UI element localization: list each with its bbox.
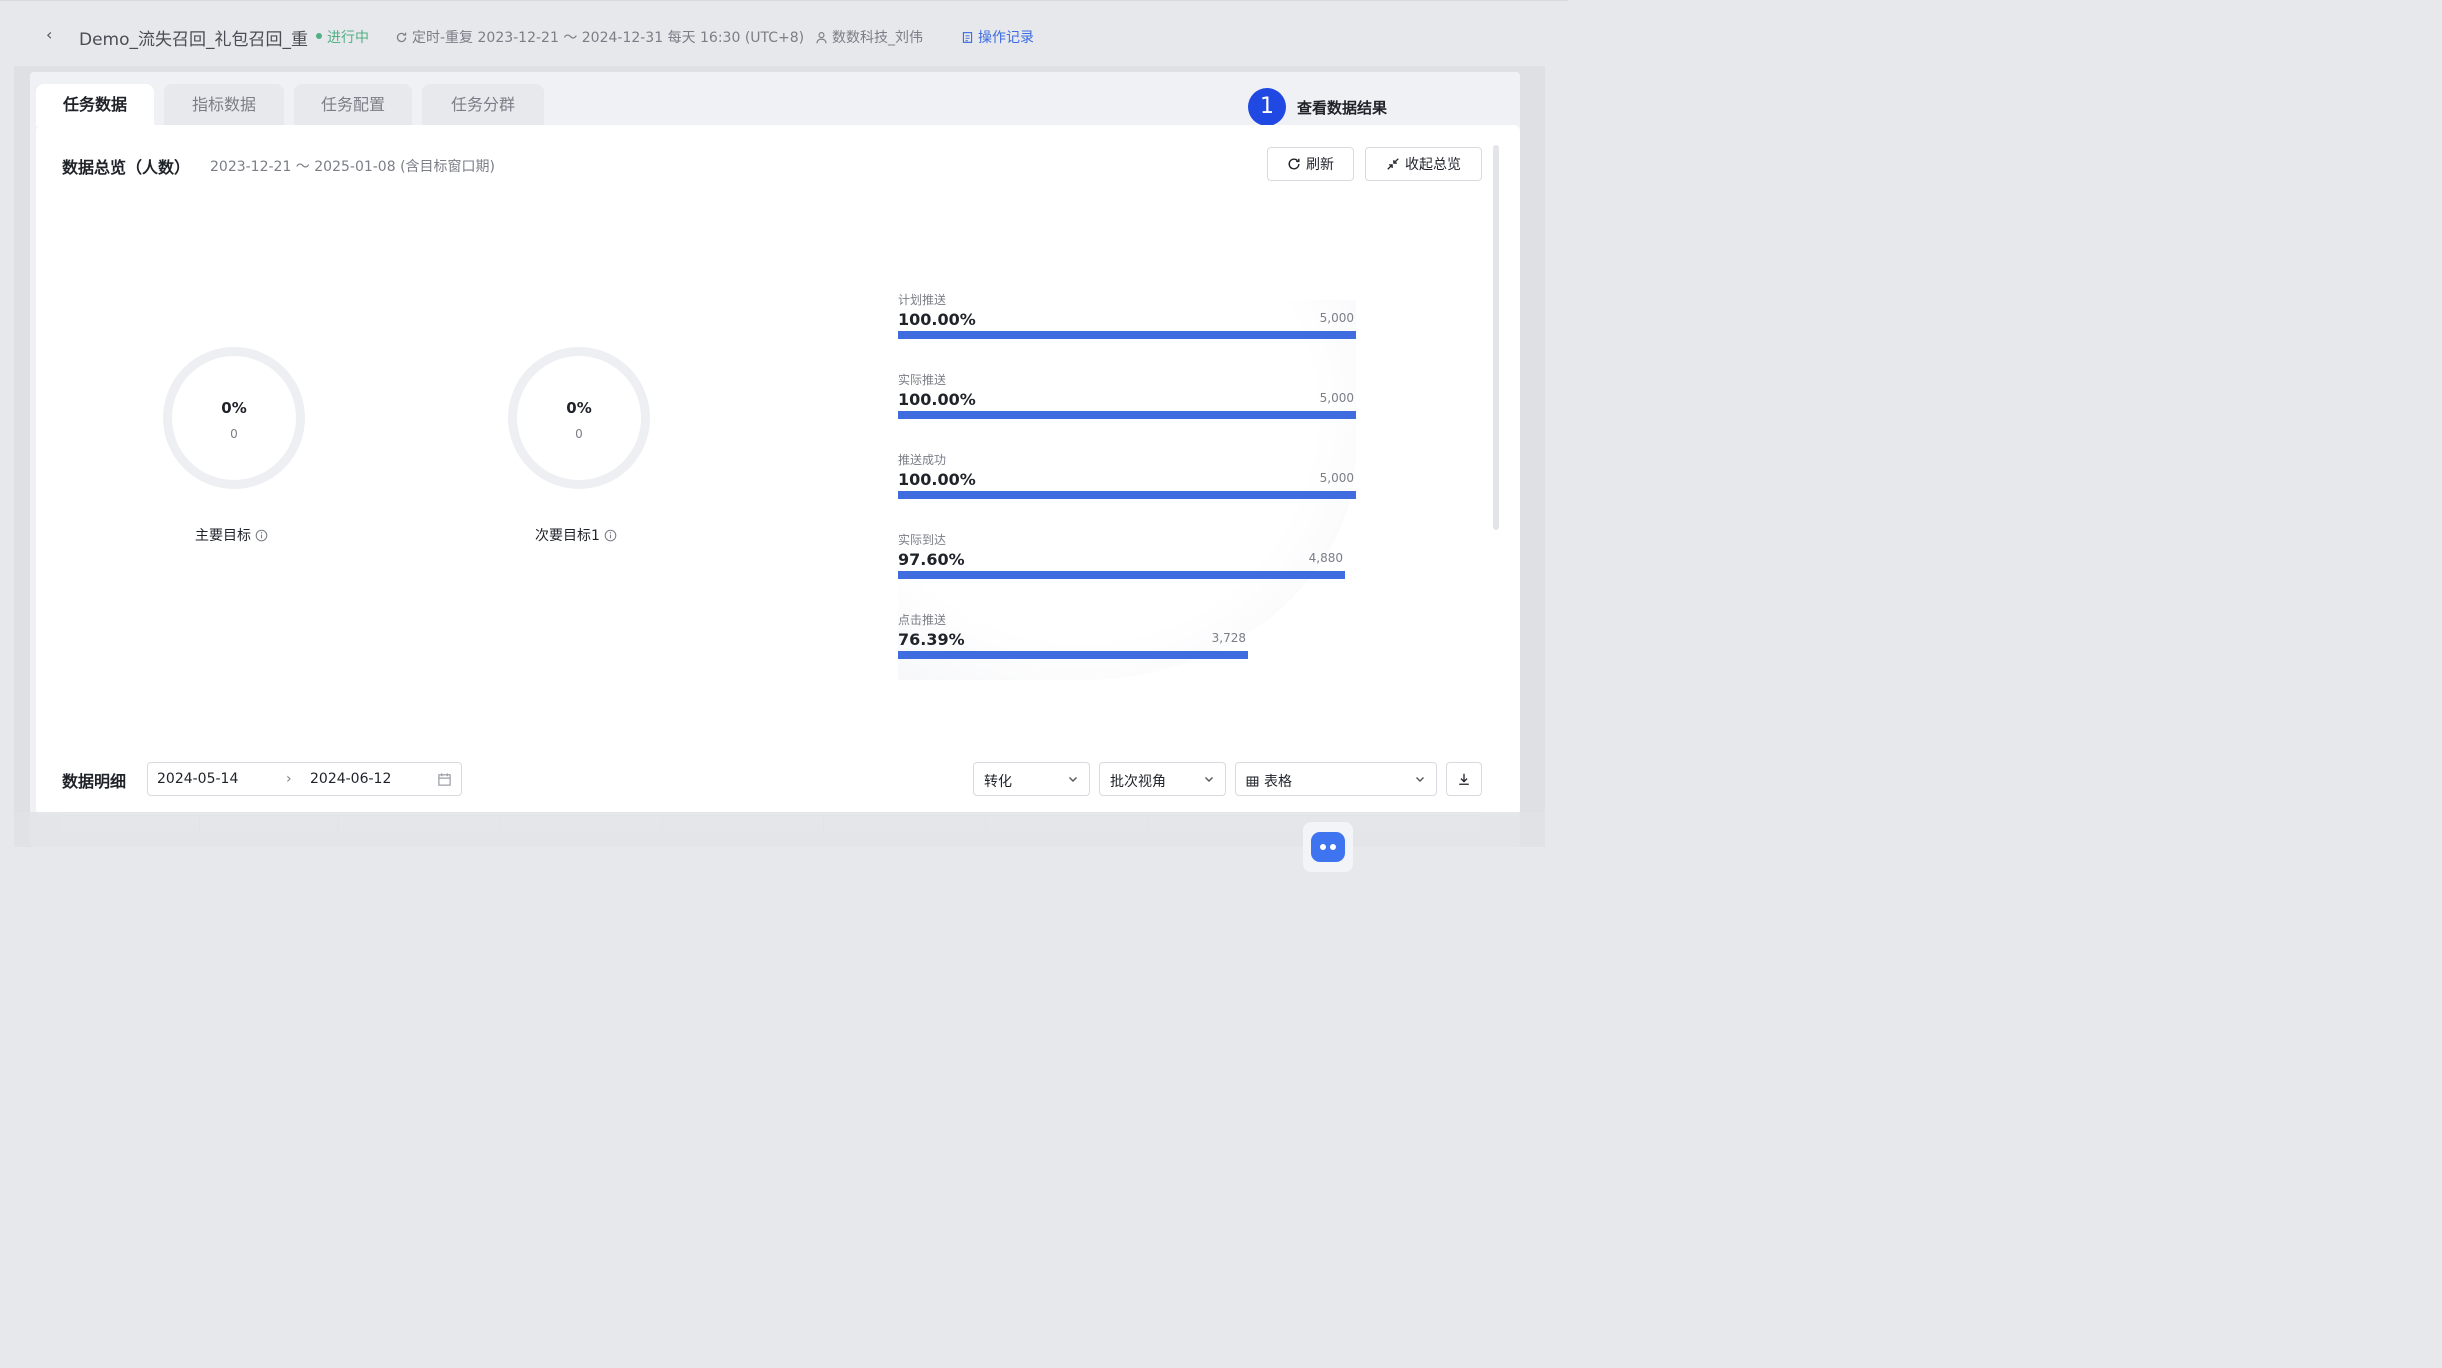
schedule-info: 定时-重复 2023-12-21 ～ 2024-12-31 每天 16:30 (… [395,27,804,47]
primary-goal-donut: 0% 0 [163,347,305,489]
funnel-stage-count: 5,000 [1319,311,1354,325]
funnel-stage-label: 点击推送 [898,613,947,627]
funnel-stage-bar [898,571,1345,579]
funnel-stage-count: 3,728 [1211,631,1246,645]
overview-range: 2023-12-21 ～ 2025-01-08 (含目标窗口期) [210,159,495,175]
operation-log-link[interactable]: 操作记录 [961,27,1034,47]
chevron-down-icon [1416,777,1424,782]
detail-title: 数据明细 [62,772,127,791]
date-range-picker[interactable]: 2024-05-14 › 2024-06-12 [147,762,462,796]
tab-task-segments[interactable]: 任务分群 [422,84,544,126]
funnel-stage-bar [898,491,1356,499]
secondary-goal-count: 0 [575,427,583,441]
primary-goal-label-text: 主要目标 [195,528,251,544]
funnel-stage-percent: 97.60% [898,550,965,569]
document-icon [962,31,973,43]
table-icon [1246,776,1259,786]
display-select-value: 表格 [1264,774,1292,790]
step-caption: 查看数据结果 [1297,99,1388,117]
top-bar: ‹ Demo_流失召回_礼包召回_重 进行中 定时-重复 2023-12-21 … [0,0,1568,66]
funnel-stage-count: 4,880 [1308,551,1343,565]
chevron-down-icon [1205,777,1213,782]
status-badge: 进行中 [316,27,369,47]
funnel-stage-label: 实际到达 [898,533,947,547]
secondary-goal-label: 次要目标1 [535,525,617,545]
status-dot-icon [316,33,322,39]
refresh-label: 刷新 [1306,157,1334,173]
owner-text: 数数科技_刘伟 [832,30,923,46]
collapse-icon [1387,158,1399,170]
funnel-stage-label: 实际推送 [898,373,947,387]
start-date[interactable]: 2024-05-14 [157,771,238,787]
primary-goal-count: 0 [230,427,238,441]
funnel-row: 点击推送 76.39% 3,728 [898,611,1358,659]
range-arrow-icon: › [286,771,292,787]
refresh-button[interactable]: 刷新 [1267,147,1354,181]
secondary-goal-donut: 0% 0 [508,347,650,489]
funnel-stage-bar [898,651,1248,659]
funnel-row: 实际到达 97.60% 4,880 [898,531,1358,579]
end-date[interactable]: 2024-06-12 [310,771,391,787]
funnel-stage-count: 5,000 [1319,391,1354,405]
funnel-row: 计划推送 100.00% 5,000 [898,291,1358,339]
collapse-overview-button[interactable]: 收起总览 [1365,147,1482,181]
owner-info: 数数科技_刘伟 [815,27,923,47]
funnel-stage-percent: 100.00% [898,470,976,489]
tab-metric-data[interactable]: 指标数据 [164,84,284,126]
display-select[interactable]: 表格 [1235,762,1437,796]
view-select[interactable]: 批次视角 [1099,762,1226,796]
funnel-row: 实际推送 100.00% 5,000 [898,371,1358,419]
back-icon[interactable]: ‹ [46,25,52,44]
download-button[interactable] [1446,762,1482,796]
primary-goal-percent: 0% [221,399,247,417]
overview-title: 数据总览（人数） [62,158,191,177]
schedule-text: 定时-重复 2023-12-21 ～ 2024-12-31 每天 16:30 (… [412,30,805,46]
repeat-icon [396,32,407,42]
tab-task-config[interactable]: 任务配置 [294,84,412,126]
calendar-icon[interactable] [437,772,452,787]
bot-icon [1311,832,1345,862]
secondary-goal-label-text: 次要目标1 [535,528,600,544]
scrollbar[interactable] [1493,145,1499,530]
view-select-value: 批次视角 [1110,774,1166,790]
download-icon [1459,773,1469,785]
assistant-bot-button[interactable] [1303,822,1353,872]
funnel-stage-count: 5,000 [1319,471,1354,485]
funnel-stage-bar [898,331,1356,339]
info-icon[interactable] [255,529,268,542]
refresh-icon [1288,158,1300,170]
secondary-goal-percent: 0% [566,399,592,417]
funnel-stage-percent: 100.00% [898,310,976,329]
funnel-row: 推送成功 100.00% 5,000 [898,451,1358,499]
task-title: Demo_流失召回_礼包召回_重 [79,30,309,50]
tab-task-data[interactable]: 任务数据 [36,84,154,126]
funnel-stage-bar [898,411,1356,419]
funnel-stage-label: 计划推送 [898,293,947,307]
user-icon [816,31,827,43]
funnel-stage-percent: 76.39% [898,630,965,649]
status-text: 进行中 [327,30,369,46]
primary-goal-label: 主要目标 [195,525,268,545]
operation-log-label: 操作记录 [978,30,1034,46]
step-number-badge: 1 [1248,88,1286,126]
funnel-stage-percent: 100.00% [898,390,976,409]
chevron-down-icon [1069,777,1077,782]
metric-select-value: 转化 [984,774,1012,790]
info-icon[interactable] [604,529,617,542]
metric-select[interactable]: 转化 [973,762,1090,796]
funnel-stage-label: 推送成功 [898,453,947,467]
collapse-label: 收起总览 [1405,157,1461,173]
